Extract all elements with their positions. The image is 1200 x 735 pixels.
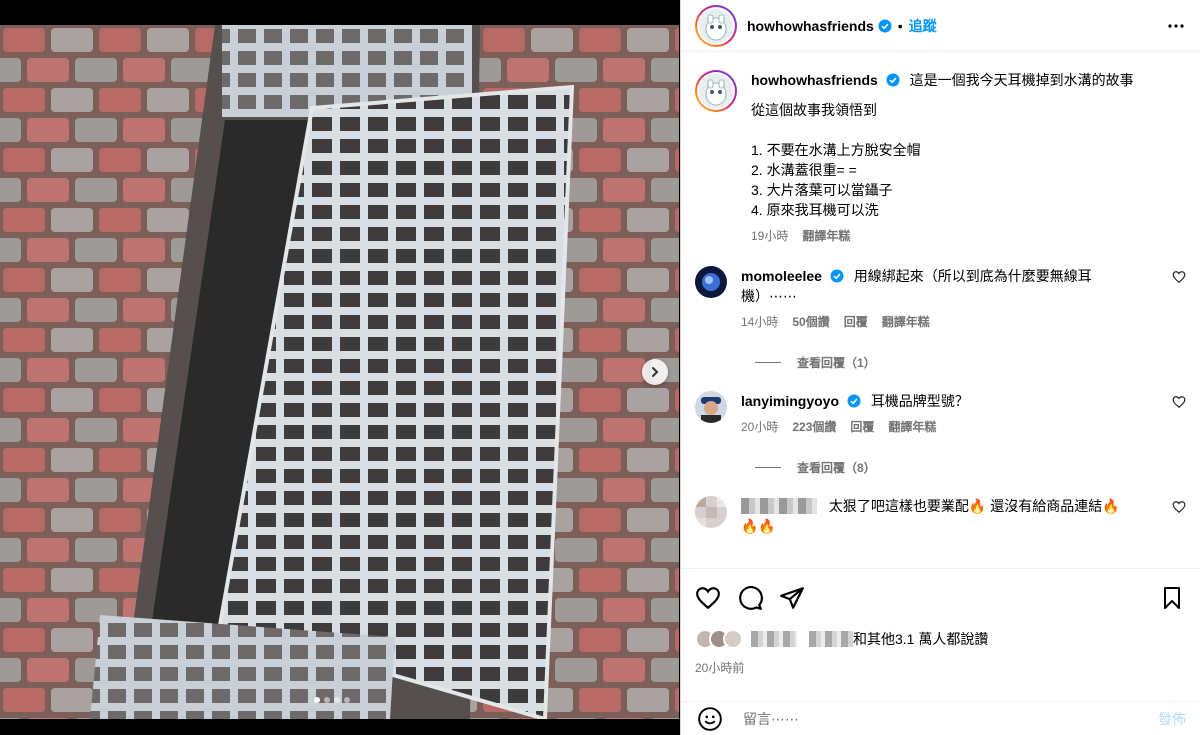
view-replies-label: 查看回覆（8）	[797, 461, 876, 475]
commenter-avatar[interactable]	[695, 496, 727, 528]
like-comment-heart-icon[interactable]	[1172, 395, 1186, 409]
commenter-avatar[interactable]	[695, 391, 727, 423]
post-comment-button[interactable]: 發佈	[1158, 709, 1186, 729]
carousel-dot	[324, 697, 330, 703]
drain-grate-photo	[0, 25, 679, 719]
likes-text: 和其他3.1 萬人都說讚	[853, 631, 989, 647]
caption-username[interactable]: howhowhasfriends	[751, 72, 878, 88]
post-photo[interactable]	[0, 25, 679, 719]
caption-translate-link[interactable]: 翻譯年糕	[802, 226, 850, 246]
carousel-dot	[314, 697, 320, 703]
comment-bubble-icon[interactable]	[737, 585, 763, 611]
post-time[interactable]: 20小時前	[695, 659, 1184, 676]
verified-badge-icon	[830, 269, 844, 283]
comment-likes[interactable]: 223個讚	[792, 417, 836, 437]
replies-divider	[755, 467, 781, 468]
action-icons	[695, 583, 1184, 613]
post-actions: 和其他3.1 萬人都說讚 20小時前	[681, 568, 1200, 676]
avatar-image	[699, 8, 733, 43]
translate-link[interactable]: 翻譯年糕	[882, 312, 930, 332]
carousel-dots	[314, 697, 350, 703]
liker-avatar	[723, 629, 743, 649]
post-header: howhowhasfriends • 追蹤	[681, 0, 1200, 52]
comment-body: 太狠了吧這樣也要業配🔥 還沒有給商品連結🔥 🔥🔥	[741, 496, 1131, 536]
blurred-username[interactable]	[741, 498, 817, 514]
chevron-right-icon	[652, 367, 659, 377]
comment-body: lanyimingyoyo 耳機品牌型號？ 20小時 223個讚 回覆 翻譯年糕	[741, 391, 1131, 437]
like-comment-heart-icon[interactable]	[1172, 500, 1186, 514]
post-panel: howhowhasfriends • 追蹤 howhowhasfriends 這…	[680, 0, 1200, 735]
comment-item: lanyimingyoyo 耳機品牌型號？ 20小時 223個讚 回覆 翻譯年糕	[695, 391, 1186, 437]
comment-body: momoleelee 用線綁起來（所以到底為什麼要無線耳機）⋯⋯ 14小時 50…	[741, 266, 1131, 332]
verified-badge-icon	[847, 394, 861, 408]
like-comment-heart-icon[interactable]	[1172, 270, 1186, 284]
post-media	[0, 0, 680, 735]
emoji-smiley-icon[interactable]	[697, 706, 723, 732]
reply-button[interactable]: 回覆	[850, 417, 874, 437]
replies-divider	[755, 362, 781, 363]
caption-time[interactable]: 19小時	[751, 226, 788, 246]
comment-likes[interactable]: 50個讚	[792, 312, 829, 332]
add-comment-bar: 留言⋯⋯ 發佈	[681, 701, 1200, 735]
comment-meta: 14小時 50個讚 回覆 翻譯年糕	[741, 312, 1131, 332]
comment-text-continued: 🔥🔥	[741, 518, 776, 534]
verified-badge-icon	[886, 73, 900, 87]
blurred-liker-name	[809, 631, 853, 647]
likers-avatars	[695, 629, 743, 649]
carousel-dot	[344, 697, 350, 703]
comment-item: momoleelee 用線綁起來（所以到底為什麼要無線耳機）⋯⋯ 14小時 50…	[695, 266, 1186, 332]
comment-input[interactable]: 留言⋯⋯	[743, 709, 799, 729]
blurred-liker-name	[751, 631, 797, 647]
caption-text: 這是一個我今天耳機掉到水溝的故事	[909, 72, 1134, 88]
bookmark-icon[interactable]	[1160, 586, 1184, 610]
comment-username[interactable]: lanyimingyoyo	[741, 393, 839, 409]
reply-button[interactable]: 回覆	[844, 312, 868, 332]
author-avatar[interactable]	[695, 4, 737, 47]
view-replies-label: 查看回覆（1）	[797, 356, 876, 370]
comment-username[interactable]: momoleelee	[741, 268, 822, 284]
comment-meta: 20小時 223個讚 回覆 翻譯年糕	[741, 417, 1131, 437]
carousel-dot	[334, 697, 340, 703]
author-username[interactable]: howhowhasfriends	[747, 18, 874, 34]
comment-text: 耳機品牌型號？	[870, 393, 969, 409]
translate-link[interactable]: 翻譯年糕	[888, 417, 936, 437]
caption-body: howhowhasfriends 這是一個我今天耳機掉到水溝的故事 從這個故事我…	[751, 70, 1181, 246]
likes-summary[interactable]: 和其他3.1 萬人都說讚	[695, 629, 1184, 649]
caption-meta: 19小時 翻譯年糕	[751, 226, 1181, 246]
commenter-avatar[interactable]	[695, 266, 727, 298]
verified-badge-icon	[878, 19, 892, 32]
more-options-icon[interactable]	[1166, 16, 1186, 36]
comment-time[interactable]: 14小時	[741, 312, 778, 332]
comment-time[interactable]: 20小時	[741, 417, 778, 437]
follow-button[interactable]: 追蹤	[909, 16, 937, 36]
post-caption: howhowhasfriends 這是一個我今天耳機掉到水溝的故事 從這個故事我…	[695, 52, 1186, 246]
comments-section[interactable]: howhowhasfriends 這是一個我今天耳機掉到水溝的故事 從這個故事我…	[681, 52, 1200, 568]
comment-item: 太狠了吧這樣也要業配🔥 還沒有給商品連結🔥 🔥🔥	[695, 496, 1186, 536]
view-replies-button[interactable]: 查看回覆（8）	[755, 459, 1186, 476]
share-paper-plane-icon[interactable]	[779, 585, 805, 611]
caption-lines: 從這個故事我領悟到 1. 不要在水溝上方脫安全帽 2. 水溝蓋很重= = 3. …	[751, 102, 921, 218]
next-slide-button[interactable]	[642, 359, 668, 385]
comment-text: 太狠了吧這樣也要業配🔥 還沒有給商品連結🔥	[828, 498, 1120, 514]
avatar-image	[699, 74, 733, 108]
view-replies-button[interactable]: 查看回覆（1）	[755, 354, 1186, 371]
like-heart-icon[interactable]	[695, 585, 721, 611]
separator-dot: •	[897, 17, 903, 34]
caption-avatar[interactable]	[695, 70, 737, 112]
